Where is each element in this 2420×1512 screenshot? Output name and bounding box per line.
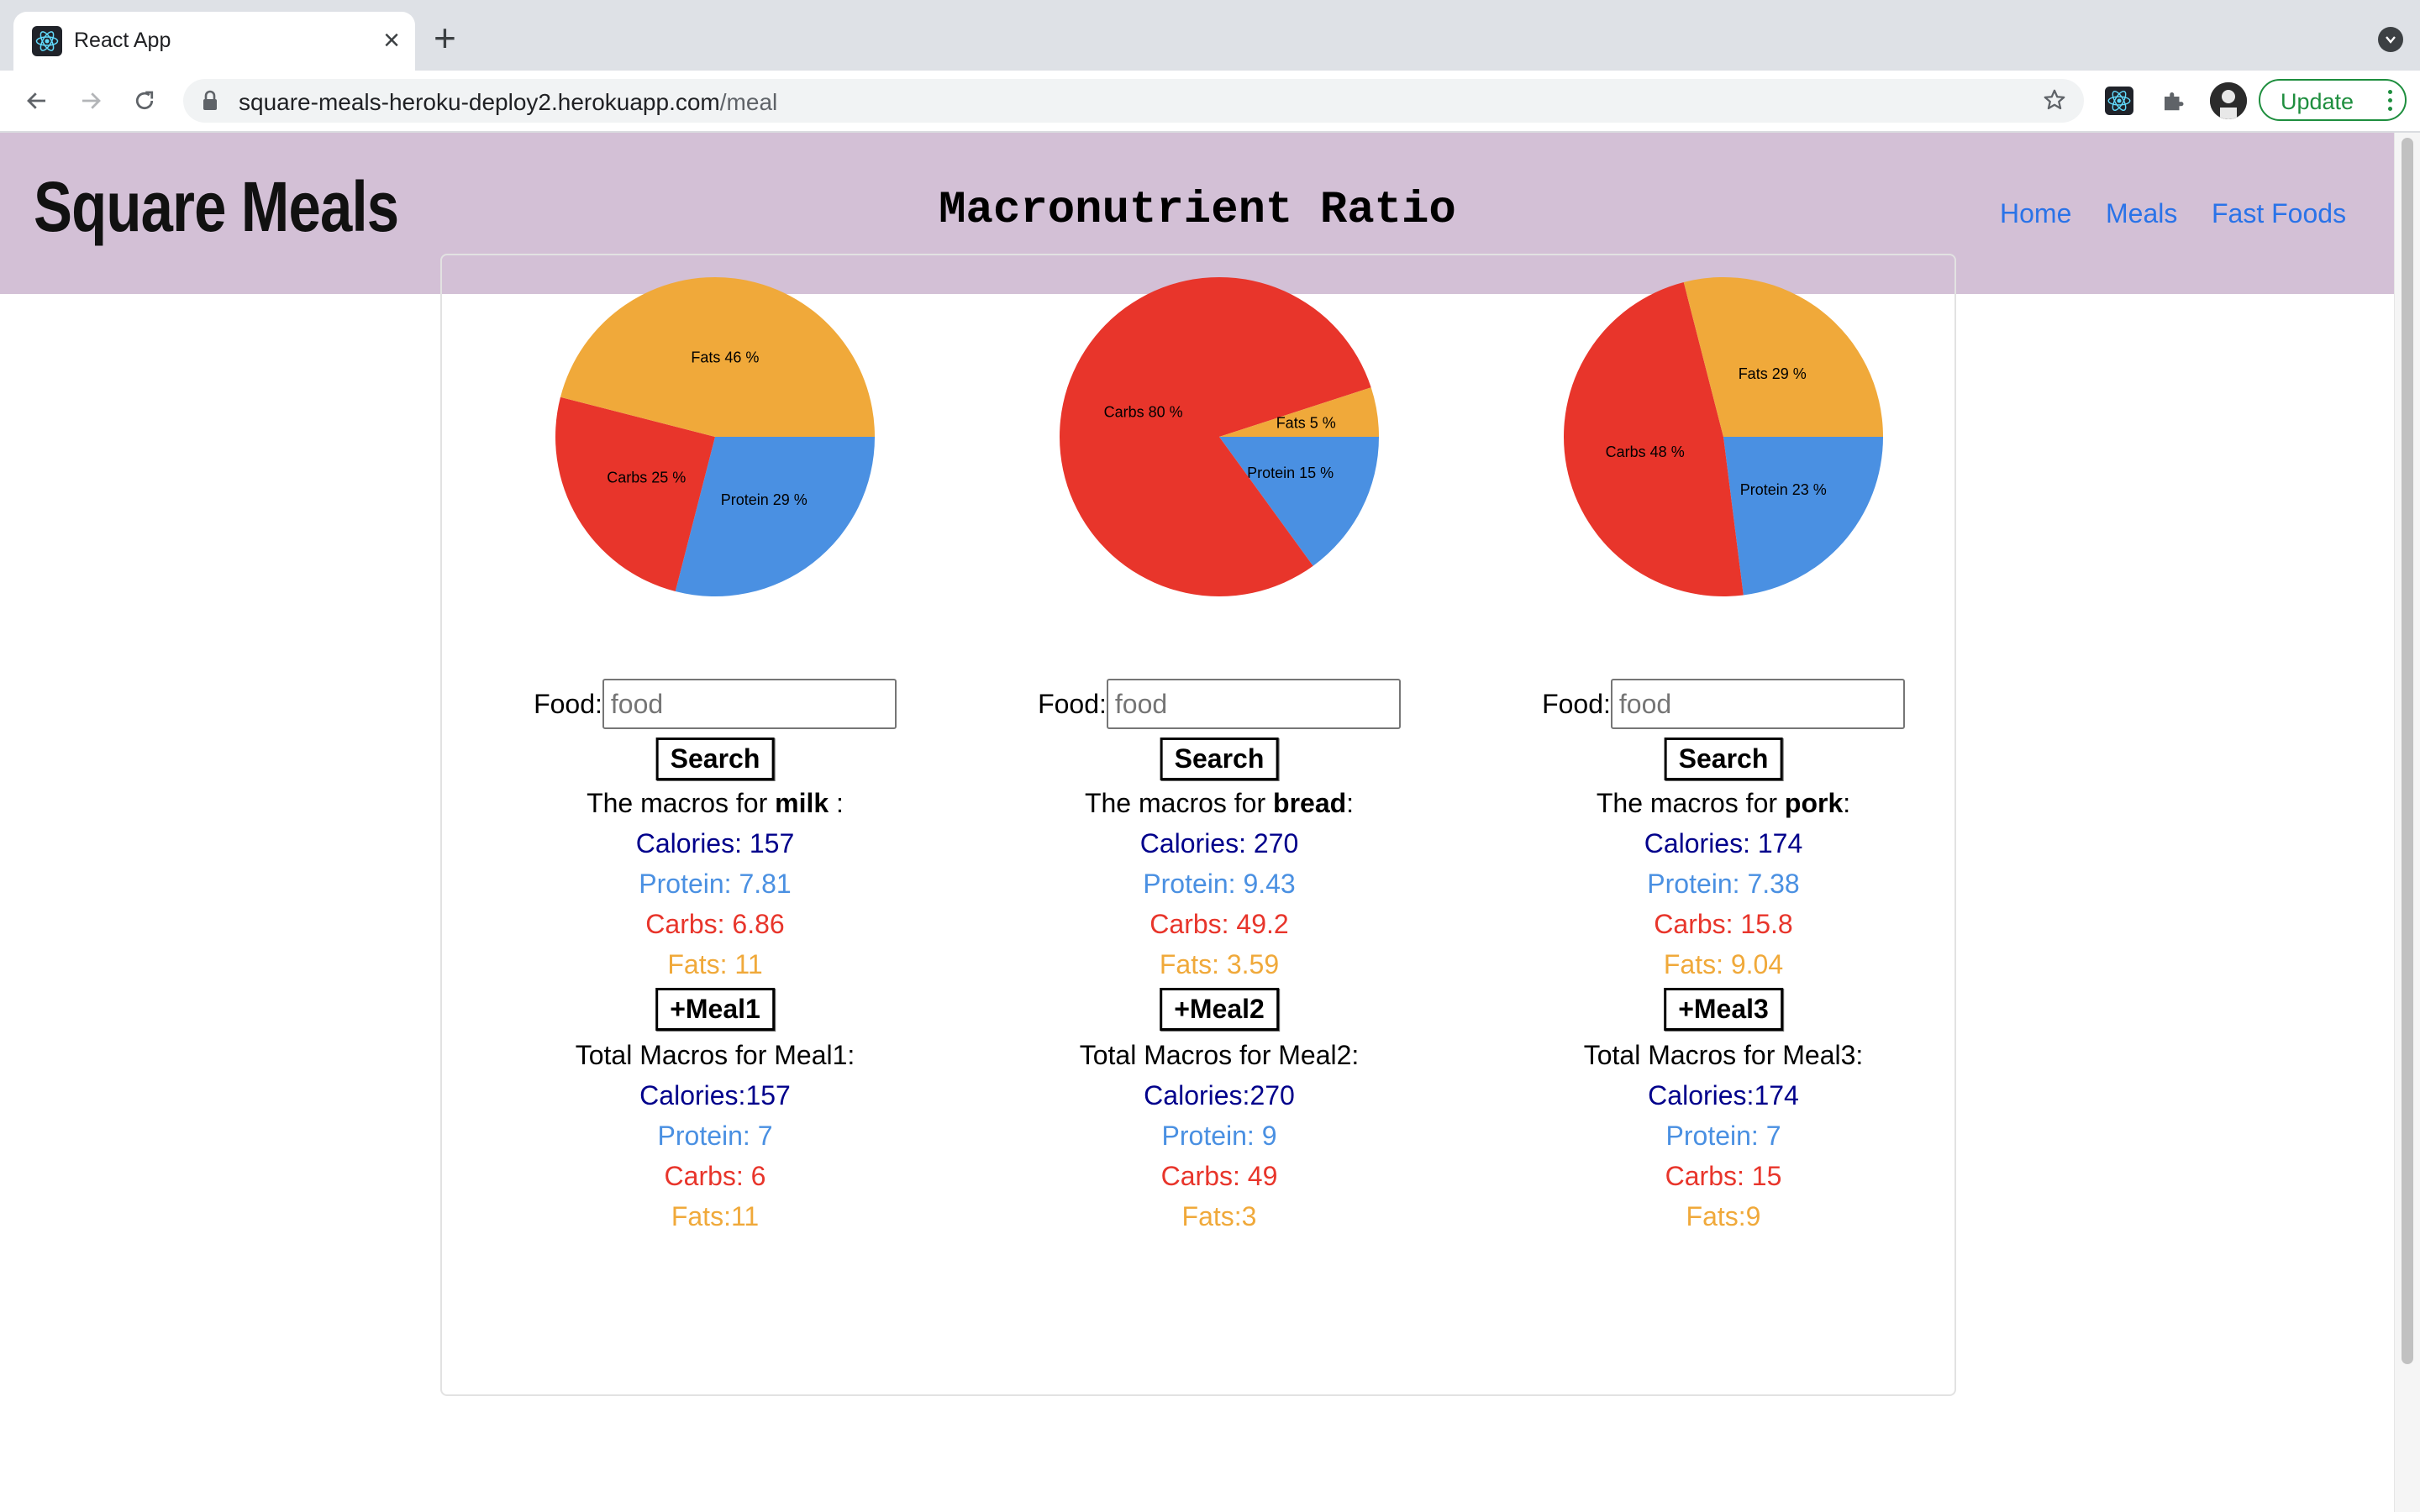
- food-input[interactable]: [602, 679, 897, 729]
- food-name: bread: [1273, 788, 1347, 818]
- macros-heading: The macros for milk :: [484, 788, 946, 819]
- protein-value: Protein: 7.38: [1647, 869, 1800, 899]
- carbs-value: Carbs: 15.8: [1654, 909, 1793, 939]
- pie-label-fats: Fats 46 %: [691, 349, 759, 366]
- lock-icon: [202, 90, 218, 116]
- tab-strip: React App × +: [0, 0, 2420, 71]
- profile-avatar[interactable]: [2210, 82, 2247, 119]
- food-label: Food:: [1038, 688, 1107, 719]
- food-label: Food:: [1542, 688, 1611, 719]
- new-tab-icon[interactable]: +: [434, 18, 456, 57]
- total-fats: Fats:9: [1686, 1201, 1761, 1231]
- fats-value: Fats: 9.04: [1663, 949, 1784, 979]
- food-input[interactable]: [1106, 679, 1401, 729]
- extensions-puzzle-icon[interactable]: [2154, 82, 2191, 119]
- add-meal-button[interactable]: +Meal1: [655, 988, 775, 1031]
- fats-value: Fats: 11: [667, 949, 763, 979]
- scrollbar-thumb[interactable]: [2402, 138, 2413, 1364]
- calories-value: Calories: 270: [1139, 828, 1299, 858]
- pie-label-fats: Fats 5 %: [1276, 415, 1336, 432]
- total-carbs: Carbs: 15: [1665, 1161, 1782, 1191]
- protein-value: Protein: 7.81: [639, 869, 792, 899]
- search-button[interactable]: Search: [655, 738, 775, 780]
- url-text: square-meals-heroku-deploy2.herokuapp.co…: [239, 89, 777, 116]
- total-protein: Protein: 9: [1161, 1121, 1277, 1151]
- carbs-value: Carbs: 49.2: [1150, 909, 1289, 939]
- carbs-value: Carbs: 6.86: [645, 909, 785, 939]
- pie-label-carbs: Carbs 25 %: [607, 469, 686, 486]
- food-search-row: Food:: [1492, 679, 1954, 729]
- total-calories: Calories:270: [1144, 1080, 1295, 1110]
- back-icon[interactable]: [18, 82, 55, 119]
- food-search-row: Food:: [484, 679, 946, 729]
- page-scrollbar[interactable]: [2394, 133, 2420, 1512]
- macros-suffix: :: [1346, 788, 1355, 818]
- total-fats: Fats:3: [1181, 1201, 1257, 1231]
- total-carbs: Carbs: 6: [664, 1161, 766, 1191]
- macros-heading: The macros for pork:: [1492, 788, 1954, 819]
- page-viewport: Square Meals Home Meals Fast Foods Macro…: [0, 133, 2420, 1512]
- pie-label-protein: Protein 15 %: [1247, 465, 1334, 481]
- macro-pie-chart: Protein 23 % Carbs 48 % Fats 29 %: [1563, 277, 1883, 596]
- macros-suffix: :: [829, 788, 844, 818]
- update-label: Update: [2281, 89, 2354, 114]
- react-icon: [32, 26, 62, 56]
- food-label: Food:: [534, 688, 602, 719]
- macro-pie-chart: Protein 29 % Carbs 25 % Fats 46 %: [555, 276, 875, 596]
- browser-toolbar: square-meals-heroku-deploy2.herokuapp.co…: [0, 71, 2420, 133]
- search-button[interactable]: Search: [1160, 738, 1279, 780]
- tab-search-icon[interactable]: [2378, 27, 2403, 52]
- macros-prefix: The macros for: [1596, 788, 1785, 818]
- reload-icon[interactable]: [126, 82, 163, 119]
- macros-heading: The macros for bread:: [988, 788, 1450, 819]
- browser-tab[interactable]: React App ×: [13, 12, 415, 71]
- url-host: square-meals-heroku-deploy2.herokuapp.co…: [239, 89, 720, 115]
- total-protein: Protein: 7: [657, 1121, 773, 1151]
- url-path: /meal: [719, 89, 778, 115]
- food-search-row: Food:: [988, 679, 1450, 729]
- meals-card: Protein 29 % Carbs 25 % Fats 46 % Food: Se…: [440, 254, 1956, 1396]
- total-protein: Protein: 7: [1665, 1121, 1781, 1151]
- close-tab-icon[interactable]: ×: [383, 24, 400, 57]
- tab-title: React App: [74, 29, 171, 52]
- pie-label-carbs: Carbs 80 %: [1104, 404, 1183, 421]
- total-macros-title: Total Macros for Meal3:: [1583, 1040, 1864, 1070]
- search-button[interactable]: Search: [1664, 738, 1783, 780]
- forward-icon[interactable]: [72, 82, 109, 119]
- add-meal-button[interactable]: +Meal2: [1160, 988, 1279, 1031]
- address-bar[interactable]: square-meals-heroku-deploy2.herokuapp.co…: [183, 79, 2084, 123]
- react-devtools-icon[interactable]: [2101, 82, 2138, 119]
- protein-value: Protein: 9.43: [1143, 869, 1296, 899]
- macros-suffix: :: [1843, 788, 1851, 818]
- calories-value: Calories: 174: [1644, 828, 1803, 858]
- total-carbs: Carbs: 49: [1160, 1161, 1278, 1191]
- pie-slice-protein: [1723, 437, 1883, 596]
- pie-label-carbs: Carbs 48 %: [1606, 444, 1685, 460]
- calories-value: Calories: 157: [635, 828, 795, 858]
- pie-label-protein: Protein 23 %: [1740, 481, 1827, 498]
- fats-value: Fats: 3.59: [1159, 949, 1280, 979]
- page-title: Macronutrient Ratio: [939, 185, 1456, 236]
- menu-dots-icon: [2388, 87, 2393, 115]
- total-macros-title: Total Macros for Meal1:: [575, 1040, 855, 1070]
- add-meal-button[interactable]: +Meal3: [1664, 988, 1783, 1031]
- macros-prefix: The macros for: [587, 788, 776, 818]
- macros-prefix: The macros for: [1084, 788, 1274, 818]
- food-name: milk: [775, 788, 829, 818]
- food-name: pork: [1784, 788, 1844, 818]
- macro-pie-chart: Protein 15 % Carbs 80 % Fats 5 %: [1060, 277, 1379, 596]
- bookmark-star-icon[interactable]: [2042, 87, 2067, 117]
- food-input[interactable]: [1610, 679, 1905, 729]
- total-macros-title: Total Macros for Meal2:: [1079, 1040, 1360, 1070]
- total-calories: Calories:157: [639, 1080, 791, 1110]
- total-calories: Calories:174: [1648, 1080, 1799, 1110]
- pie-label-fats: Fats 29 %: [1739, 365, 1807, 382]
- update-button[interactable]: Update: [2259, 79, 2407, 121]
- pie-label-protein: Protein 29 %: [721, 491, 808, 508]
- total-fats: Fats:11: [671, 1201, 760, 1231]
